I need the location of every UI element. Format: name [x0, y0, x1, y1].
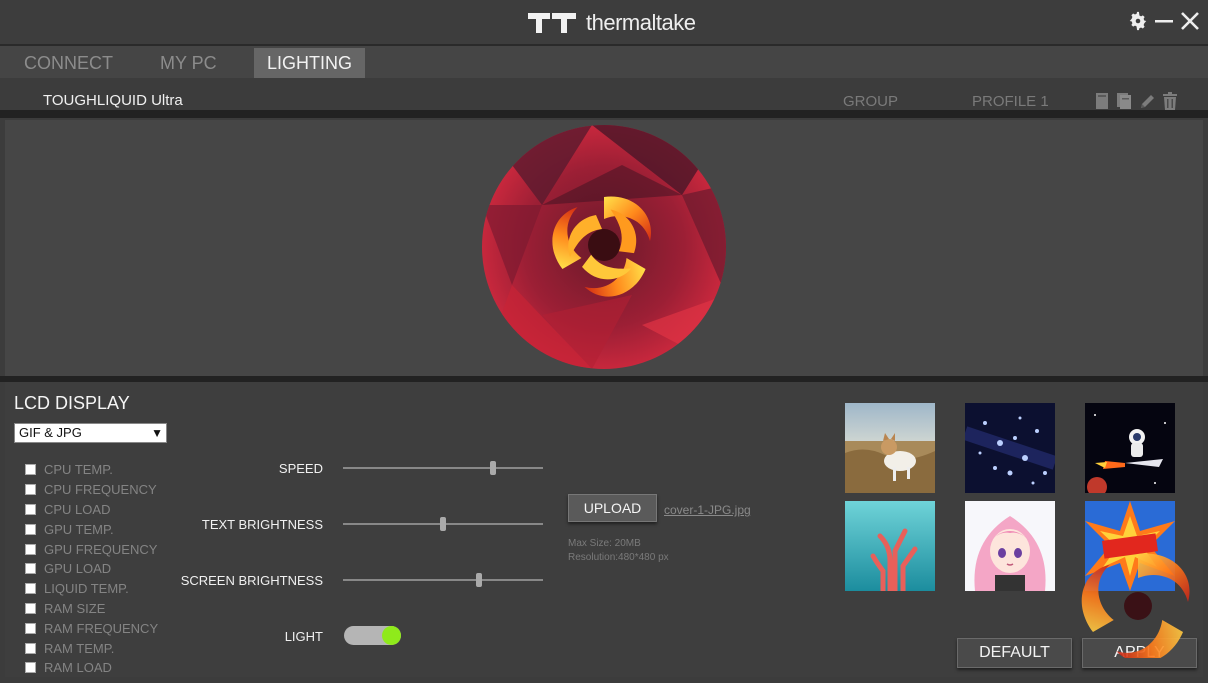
- tab-lighting[interactable]: LIGHTING: [254, 48, 366, 78]
- checkbox[interactable]: [25, 662, 36, 674]
- profile-link[interactable]: PROFILE 1: [972, 93, 1049, 110]
- gallery-thumb-anime-girl[interactable]: [965, 501, 1055, 591]
- lcd-preview-panel: [5, 120, 1203, 376]
- metric-label: CPU TEMP.: [44, 462, 113, 478]
- metric-checkbox-ram-size[interactable]: RAM SIZE: [25, 599, 158, 619]
- light-toggle[interactable]: [344, 626, 401, 645]
- gallery-thumb-dog[interactable]: [845, 403, 935, 493]
- title-bar: thermaltake: [0, 0, 1208, 44]
- metric-label: LIQUID TEMP.: [44, 581, 129, 597]
- slider-thumb[interactable]: [440, 517, 446, 531]
- gallery-thumb-coral[interactable]: [845, 501, 935, 591]
- brand-logo: thermaltake: [528, 10, 696, 36]
- toggle-knob: [382, 626, 401, 645]
- new-profile-icon[interactable]: [1094, 92, 1110, 110]
- metric-label: RAM TEMP.: [44, 640, 115, 656]
- device-bar: TOUGHLIQUID Ultra GROUP PROFILE 1: [0, 78, 1208, 114]
- slider-thumb[interactable]: [490, 461, 496, 475]
- lcd-display-title: LCD DISPLAY: [14, 393, 130, 413]
- edit-icon[interactable]: [1139, 92, 1155, 110]
- text-brightness-label: TEXT BRIGHTNESS: [201, 517, 323, 532]
- metric-label: GPU FREQUENCY: [44, 541, 158, 557]
- minimize-icon[interactable]: [1152, 10, 1176, 34]
- checkbox[interactable]: [25, 464, 36, 476]
- tab-connect[interactable]: CONNECT: [11, 48, 126, 78]
- checkbox[interactable]: [25, 503, 36, 515]
- lcd-settings-panel: LCD DISPLAY GIF & JPG ▼ CPU TEMP. CPU FR…: [5, 382, 1203, 677]
- checkbox[interactable]: [25, 484, 36, 496]
- uploaded-filename-link[interactable]: cover-1-JPG.jpg: [664, 503, 751, 517]
- group-link[interactable]: GROUP: [843, 93, 898, 110]
- metric-label: GPU LOAD: [44, 561, 112, 577]
- main-tab-bar: CONNECT MY PC LIGHTING: [0, 44, 1208, 78]
- lcd-preview-image: [482, 125, 726, 369]
- settings-icon[interactable]: [1126, 10, 1150, 34]
- app-window: thermaltake CONNECT MY PC LIGHTING TOUGH…: [0, 0, 1208, 683]
- metric-checkbox-cpu-frequency[interactable]: CPU FREQUENCY: [25, 480, 158, 500]
- text-brightness-slider[interactable]: [343, 517, 543, 531]
- gallery-thumb-space-particles[interactable]: [965, 403, 1055, 493]
- metric-label: GPU TEMP.: [44, 521, 114, 537]
- max-size-text: Max Size: 20MB: [568, 538, 641, 549]
- metric-label: CPU FREQUENCY: [44, 482, 157, 498]
- checkbox[interactable]: [25, 642, 36, 654]
- metric-checklist: CPU TEMP. CPU FREQUENCY CPU LOAD GPU TEM…: [25, 460, 158, 678]
- resolution-text: Resolution:480*480 px: [568, 552, 669, 563]
- checkbox[interactable]: [25, 563, 36, 575]
- metric-label: CPU LOAD: [44, 501, 111, 517]
- metric-checkbox-gpu-frequency[interactable]: GPU FREQUENCY: [25, 539, 158, 559]
- trash-icon[interactable]: [1162, 92, 1178, 110]
- speed-slider[interactable]: [343, 461, 543, 475]
- slider-track: [343, 467, 543, 469]
- copy-profile-icon[interactable]: [1116, 92, 1132, 110]
- upload-button[interactable]: UPLOAD: [568, 494, 657, 522]
- metric-label: RAM LOAD: [44, 660, 112, 676]
- display-mode-select[interactable]: GIF & JPG ▼: [14, 423, 167, 443]
- light-label: LIGHT: [284, 629, 323, 644]
- display-mode-value: GIF & JPG: [19, 425, 82, 440]
- tt-logo-icon: [528, 13, 576, 33]
- device-tab[interactable]: TOUGHLIQUID Ultra: [43, 92, 183, 109]
- screen-brightness-label: SCREEN BRIGHTNESS: [180, 573, 323, 588]
- checkbox[interactable]: [25, 622, 36, 634]
- checkbox[interactable]: [25, 602, 36, 614]
- checkbox[interactable]: [25, 583, 36, 595]
- screen-brightness-slider[interactable]: [343, 573, 543, 587]
- speed-label: SPEED: [278, 461, 323, 476]
- dropdown-arrow-icon: ▼: [151, 426, 163, 440]
- checkbox[interactable]: [25, 543, 36, 555]
- gallery-thumb-astronaut[interactable]: [1085, 403, 1175, 493]
- tab-my-pc[interactable]: MY PC: [147, 48, 230, 78]
- slider-track: [343, 579, 543, 581]
- metric-label: RAM SIZE: [44, 600, 106, 616]
- header-divider: [0, 110, 1208, 118]
- metric-checkbox-ram-load[interactable]: RAM LOAD: [25, 658, 158, 678]
- slider-thumb[interactable]: [476, 573, 482, 587]
- close-icon[interactable]: [1178, 10, 1202, 34]
- gallery-thumb-wow-comic[interactable]: [1085, 501, 1175, 591]
- apply-button[interactable]: APPLY: [1082, 638, 1197, 668]
- checkbox[interactable]: [25, 523, 36, 535]
- brand-name: thermaltake: [586, 10, 696, 35]
- default-button[interactable]: DEFAULT: [957, 638, 1072, 668]
